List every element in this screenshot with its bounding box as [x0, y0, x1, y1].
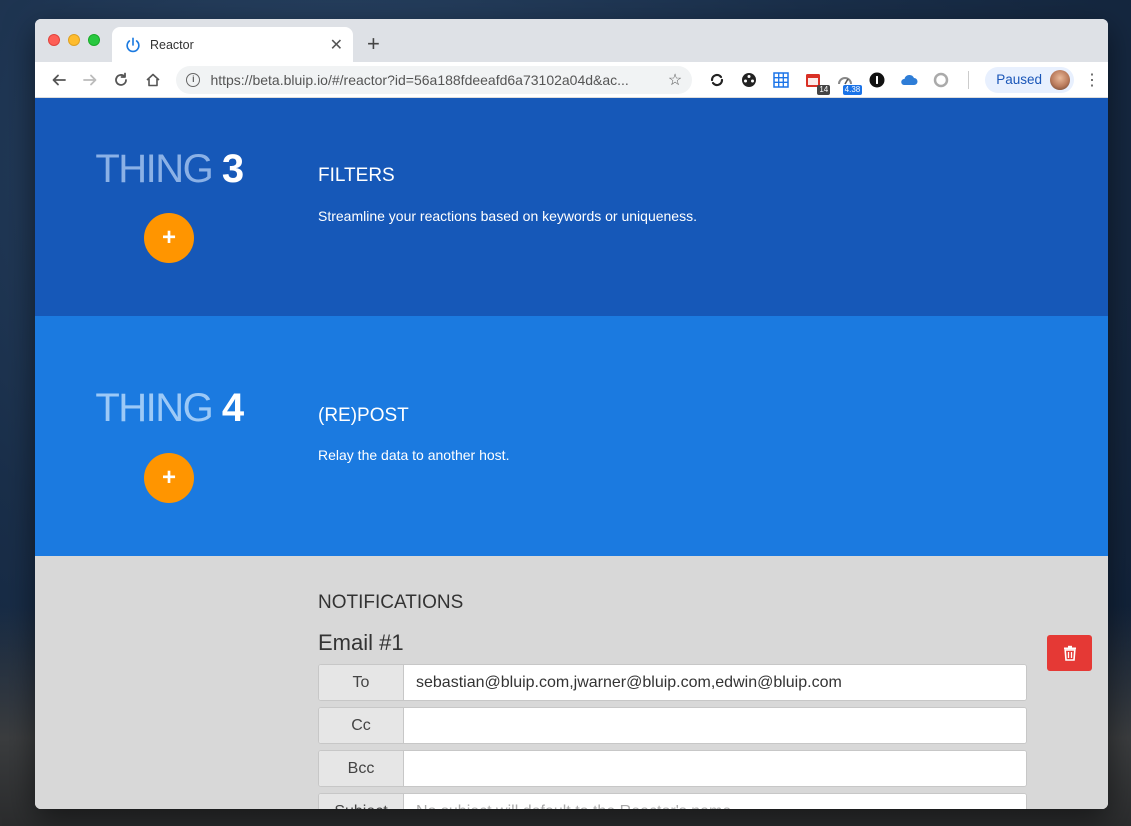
- tab-reactor[interactable]: Reactor ✕: [112, 27, 353, 62]
- section-thing-3: THING 3 + FILTERS Streamline your reacti…: [35, 98, 1108, 316]
- speed-icon[interactable]: 4.38: [836, 71, 863, 95]
- subject-input[interactable]: [404, 794, 1026, 809]
- thing-4-title: THING 4: [95, 386, 244, 431]
- circle-icon[interactable]: [932, 71, 950, 89]
- grid-icon[interactable]: [772, 71, 790, 89]
- cloud-icon[interactable]: [900, 71, 918, 89]
- home-button[interactable]: [137, 66, 168, 94]
- calendar-icon[interactable]: 14: [804, 71, 831, 95]
- filters-heading: FILTERS: [318, 165, 395, 186]
- filters-description: Streamline your reactions based on keywo…: [318, 208, 697, 224]
- delete-email-button[interactable]: [1047, 635, 1092, 671]
- arrow-right-icon: [83, 74, 97, 85]
- toolbar-divider: [968, 70, 970, 89]
- window-controls: [48, 34, 100, 46]
- cc-input[interactable]: [404, 708, 1026, 743]
- close-window-button[interactable]: [48, 34, 60, 46]
- browser-menu-icon[interactable]: ⋮: [1084, 70, 1100, 90]
- trash-icon: [1063, 645, 1076, 661]
- reload-icon: [115, 72, 128, 86]
- home-icon: [146, 73, 160, 86]
- thing-word: THING: [95, 147, 213, 191]
- info-icon[interactable]: i: [186, 72, 201, 87]
- extensions-bar: 14 4.38: [708, 70, 973, 95]
- tab-title: Reactor: [150, 37, 194, 52]
- bcc-label: Bcc: [319, 751, 404, 786]
- bcc-input[interactable]: [404, 751, 1026, 786]
- cc-field-row: Cc: [318, 707, 1027, 744]
- add-thing-4-button[interactable]: +: [144, 453, 194, 503]
- bookmark-star-icon[interactable]: ☆: [668, 70, 682, 90]
- sync-icon[interactable]: [708, 71, 726, 89]
- address-bar[interactable]: i https://beta.bluip.io/#/reactor?id=56a…: [176, 65, 693, 94]
- minimize-window-button[interactable]: [68, 34, 80, 46]
- thing-number: 4: [221, 386, 244, 430]
- subject-field-row: Subject: [318, 793, 1027, 809]
- thing-word: THING: [95, 386, 213, 430]
- section-notifications: NOTIFICATIONS Email #1 To Cc Bcc: [35, 556, 1108, 809]
- profile-button[interactable]: Paused: [985, 66, 1075, 93]
- maximize-window-button[interactable]: [88, 34, 100, 46]
- reload-button[interactable]: [106, 66, 137, 94]
- arrow-left-icon: [52, 74, 66, 85]
- subject-label: Subject: [319, 794, 404, 809]
- tab-close-icon[interactable]: ✕: [330, 35, 343, 55]
- power-icon: [126, 36, 140, 52]
- thing-number: 3: [221, 147, 244, 191]
- profile-status: Paused: [996, 72, 1043, 87]
- avatar: [1050, 69, 1071, 90]
- section-thing-4: THING 4 + (RE)POST Relay the data to ano…: [35, 316, 1108, 556]
- speed-badge: 4.38: [842, 84, 863, 95]
- browser-window: Reactor ✕ + i https://beta.bluip.io/#/re…: [35, 19, 1108, 809]
- repost-heading: (RE)POST: [318, 405, 409, 426]
- forward-button[interactable]: [74, 66, 105, 94]
- url-text[interactable]: https://beta.bluip.io/#/reactor?id=56a18…: [210, 72, 667, 88]
- thing-3-title: THING 3: [95, 147, 244, 192]
- to-input[interactable]: [404, 665, 1026, 700]
- page-content: THING 3 + FILTERS Streamline your reacti…: [35, 98, 1108, 809]
- tab-strip: Reactor ✕ +: [35, 19, 1108, 62]
- onepassword-icon[interactable]: [868, 71, 886, 89]
- to-label: To: [319, 665, 404, 700]
- film-reel-icon[interactable]: [740, 71, 758, 89]
- browser-toolbar: i https://beta.bluip.io/#/reactor?id=56a…: [35, 62, 1108, 98]
- email-title: Email #1: [318, 630, 404, 655]
- cc-label: Cc: [319, 708, 404, 743]
- new-tab-button[interactable]: +: [367, 31, 380, 57]
- add-thing-3-button[interactable]: +: [144, 213, 194, 263]
- bcc-field-row: Bcc: [318, 750, 1027, 787]
- to-field-row: To: [318, 664, 1027, 701]
- back-button[interactable]: [43, 66, 74, 94]
- repost-description: Relay the data to another host.: [318, 447, 510, 463]
- notifications-heading: NOTIFICATIONS: [318, 592, 464, 613]
- calendar-badge: 14: [817, 84, 831, 95]
